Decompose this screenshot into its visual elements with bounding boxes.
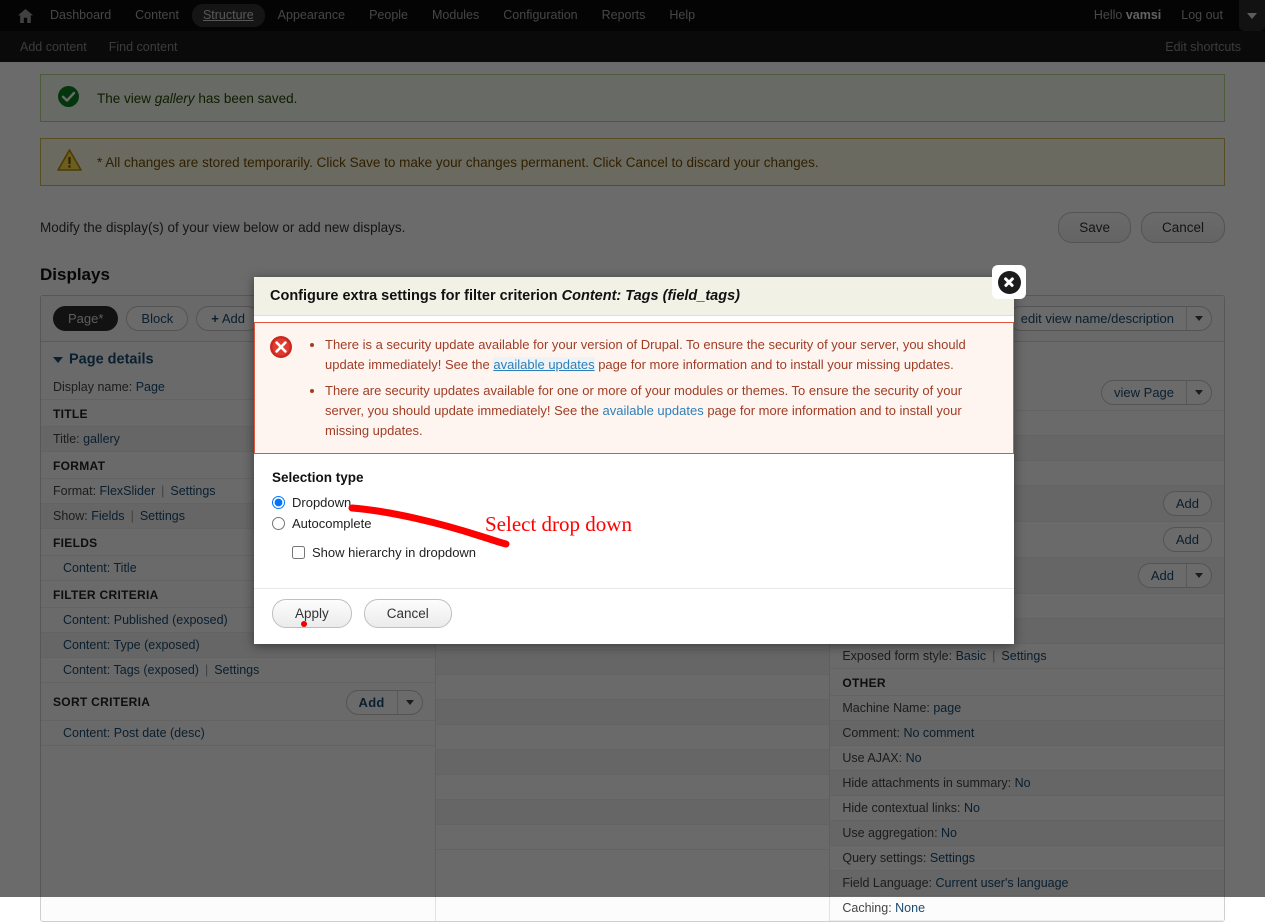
selection-type-autocomplete-row[interactable]: Autocomplete — [272, 516, 996, 531]
modal-actions: Apply Cancel — [254, 588, 1014, 644]
modal-cancel-button[interactable]: Cancel — [363, 599, 452, 628]
selection-type-autocomplete-radio[interactable] — [272, 517, 285, 530]
show-hierarchy-row[interactable]: Show hierarchy in dropdown — [292, 545, 996, 560]
apply-button[interactable]: Apply — [272, 599, 352, 628]
selection-type-dropdown-label[interactable]: Dropdown — [292, 495, 351, 510]
detail-key: Caching: — [842, 900, 896, 915]
close-icon — [997, 270, 1021, 294]
selection-type-dropdown-row[interactable]: Dropdown — [272, 495, 996, 510]
show-hierarchy-checkbox[interactable] — [292, 546, 305, 559]
modal-title-criterion: Content: Tags (field_tags) — [561, 288, 740, 304]
close-modal-button[interactable] — [992, 265, 1026, 299]
modal-title: Configure extra settings for filter crit… — [254, 277, 1014, 316]
available-updates-link-1[interactable]: available updates — [493, 357, 595, 372]
error-circle-icon — [269, 335, 293, 362]
show-hierarchy-label[interactable]: Show hierarchy in dropdown — [312, 545, 476, 560]
error-item: There are security updates available for… — [325, 381, 999, 441]
selection-type-autocomplete-label[interactable]: Autocomplete — [292, 516, 372, 531]
error-list: There is a security update available for… — [309, 335, 999, 441]
detail-row: Caching: None — [830, 896, 1225, 921]
mouse-cursor-indicator — [301, 621, 307, 627]
modal-body: Selection type Dropdown Autocomplete Sho… — [254, 454, 1014, 566]
configure-filter-modal: Configure extra settings for filter crit… — [254, 265, 1026, 644]
available-updates-link-2[interactable]: available updates — [603, 403, 704, 418]
error-item: There is a security update available for… — [325, 335, 999, 375]
annotation-label: Select drop down — [485, 512, 632, 536]
selection-type-label: Selection type — [272, 470, 364, 485]
modal-title-prefix: Configure extra settings for filter crit… — [270, 288, 562, 304]
error-text-1b: page for more information and to install… — [594, 357, 954, 372]
selection-type-dropdown-radio[interactable] — [272, 496, 285, 509]
modal-error-message: There is a security update available for… — [254, 322, 1014, 454]
detail-link-none[interactable]: None — [895, 901, 925, 915]
